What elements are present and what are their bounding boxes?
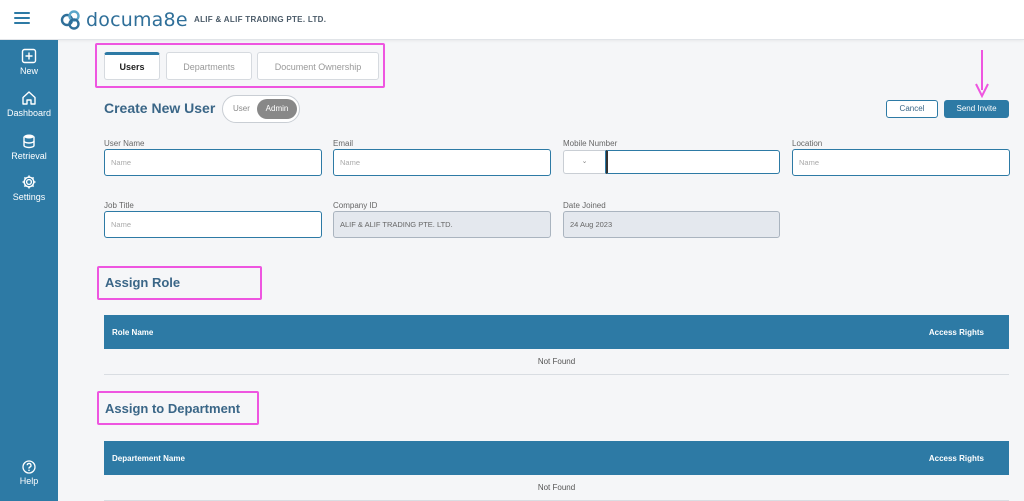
help-label: Help — [19, 476, 39, 486]
mobile-number-label: Mobile Number — [563, 139, 618, 148]
mobile-number-field[interactable] — [606, 150, 780, 174]
page-title: Create New User — [104, 100, 216, 116]
sidebar-item-label: Retrieval — [11, 151, 47, 161]
help-circle-icon — [22, 460, 36, 474]
brand-name: documa8e — [86, 9, 188, 31]
department-table-empty: Not Found — [104, 475, 1009, 501]
toggle-option-admin[interactable]: Admin — [257, 99, 297, 119]
sidebar-item-label: Settings — [12, 192, 46, 202]
date-joined-label: Date Joined — [563, 201, 606, 210]
country-code-dropdown[interactable]: ⌄ — [563, 150, 606, 174]
tab-departments[interactable]: Departments — [166, 52, 252, 80]
role-toggle[interactable]: User Admin — [222, 95, 300, 123]
sidebar-item-label: Dashboard — [6, 108, 52, 118]
sidebar-item-settings[interactable]: Settings — [0, 174, 58, 202]
access-rights-column: Access Rights — [928, 454, 984, 463]
sidebar: New Dashboard Retrieval Settings — [0, 40, 58, 501]
role-table-header: Role Name Access Rights — [104, 315, 1009, 349]
email-field[interactable]: Name — [333, 149, 551, 176]
tab-document-ownership[interactable]: Document Ownership — [257, 52, 379, 80]
annotation-arrow-icon — [975, 50, 989, 98]
sidebar-item-help[interactable]: Help — [0, 460, 58, 486]
database-icon — [23, 134, 35, 149]
sidebar-item-new[interactable]: New — [0, 48, 58, 76]
toggle-option-user[interactable]: User — [233, 104, 250, 113]
role-name-column: Role Name — [112, 328, 154, 337]
company-id-field: ALIF & ALIF TRADING PTE. LTD. — [333, 211, 551, 238]
company-id-label: Company ID — [333, 201, 378, 210]
job-title-label: Job Title — [104, 201, 134, 210]
role-table-empty: Not Found — [104, 349, 1009, 375]
company-name: ALIF & ALIF TRADING PTE. LTD. — [194, 15, 327, 24]
assign-department-title: Assign to Department — [105, 401, 241, 416]
location-label: Location — [792, 139, 823, 148]
hamburger-menu-icon[interactable] — [14, 12, 30, 26]
plus-square-icon — [21, 48, 37, 64]
home-icon — [22, 91, 36, 105]
chevron-down-icon: ⌄ — [581, 158, 588, 165]
cancel-button[interactable]: Cancel — [886, 100, 938, 118]
sidebar-item-label: New — [19, 66, 38, 76]
logo: documa8e — [60, 9, 188, 31]
department-table-header: Departement Name Access Rights — [104, 441, 1009, 475]
email-label: Email — [333, 139, 354, 148]
location-field[interactable]: Name — [792, 149, 1010, 176]
assign-role-title: Assign Role — [105, 275, 181, 290]
job-title-field[interactable]: Name — [104, 211, 322, 238]
access-rights-column: Access Rights — [928, 328, 984, 337]
logo-mark-icon — [60, 10, 80, 30]
date-joined-field: 24 Aug 2023 — [563, 211, 780, 238]
send-invite-button[interactable]: Send Invite — [944, 100, 1009, 118]
sidebar-item-dashboard[interactable]: Dashboard — [0, 90, 58, 118]
user-name-field[interactable]: Name — [104, 149, 322, 176]
gear-icon — [22, 175, 36, 189]
user-name-label: User Name — [104, 139, 145, 148]
top-bar: documa8e ALIF & ALIF TRADING PTE. LTD. — [0, 0, 1024, 40]
tab-users[interactable]: Users — [104, 52, 160, 80]
sidebar-item-retrieval[interactable]: Retrieval — [0, 133, 58, 161]
department-name-column: Departement Name — [112, 454, 185, 463]
